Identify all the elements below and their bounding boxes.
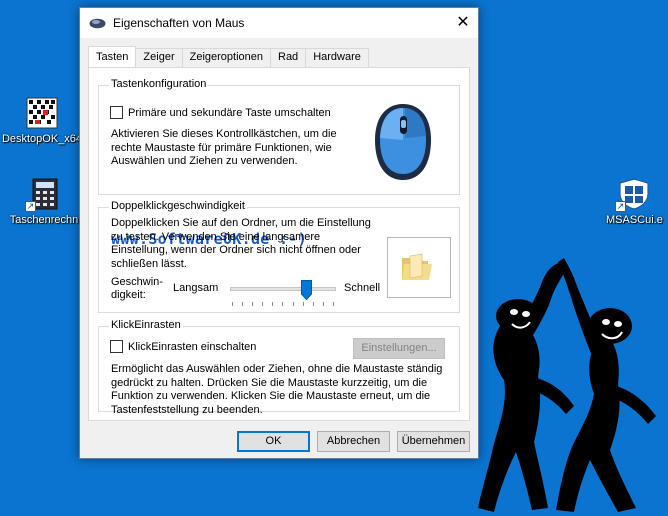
desktop-icon-desktopok[interactable]: DesktopOK_x64 [0,97,84,145]
click-lock-checkbox[interactable] [110,340,123,353]
checkbox-label: Primäre und sekundäre Taste umschalten [128,106,331,119]
double-click-description: Doppelklicken Sie auf den Ordner, um die… [111,217,371,270]
slider-thumb[interactable] [301,280,312,301]
double-click-speed-slider[interactable] [230,280,336,308]
switch-buttons-checkbox-row[interactable]: Primäre und sekundäre Taste umschalten [110,106,331,119]
apply-button[interactable]: Übernehmen [397,431,470,452]
speed-label-line-1: Geschwin- [111,276,163,288]
desktop-icon-label: Taschenrechn [9,214,79,226]
checkbox-label: KlickEinrasten einschalten [128,340,257,353]
switch-buttons-checkbox[interactable] [110,106,123,119]
speed-label: Geschwin- digkeit: [111,276,163,302]
tab-rad[interactable]: Rad [271,48,307,67]
high-five-silhouette-image [478,258,656,512]
shortcut-arrow-icon: ↗ [25,201,36,212]
group-title: Doppelklickgeschwindigkeit [109,200,247,212]
shortcut-arrow-icon: ↗ [615,201,626,212]
defender-shield-icon: ↗ [615,178,651,212]
speed-label-line-2: digkeit: [111,289,146,301]
tab-hardware[interactable]: Hardware [306,48,369,67]
button-config-description: Aktivieren Sie dieses Kontrollkästchen, … [111,128,337,167]
desktop-icon-label: DesktopOK_x64 [1,133,83,145]
title-bar[interactable]: Eigenschaften von Maus ✕ [80,8,478,38]
tab-page-tasten: Tastenkonfiguration Primäre und sekundär… [88,67,470,421]
window-title: Eigenschaften von Maus [113,16,245,30]
slider-ticks [232,302,334,306]
desktop-icon-msascui[interactable]: ↗ MSASCui.e [600,178,668,226]
desktop-icon-calculator[interactable]: ↗ Taschenrechn [2,178,86,226]
mouse-icon [89,18,106,29]
click-lock-description: Ermöglicht das Auswählen oder Ziehen, oh… [111,363,443,416]
desktop-icon-label: MSASCui.e [606,214,663,226]
tab-strip: Tasten Zeiger Zeigeroptionen Rad Hardwar… [88,46,369,67]
slow-label: Langsam [173,282,219,294]
tab-tasten[interactable]: Tasten [88,46,137,67]
slider-track [230,287,336,291]
test-folder-area[interactable] [387,237,451,298]
click-lock-settings-button[interactable]: Einstellungen... [353,338,445,359]
fast-label: Schnell [344,282,381,294]
calculator-icon: ↗ [25,178,61,212]
mouse-illustration-icon [371,100,435,187]
group-title: Tastenkonfiguration [109,78,209,90]
close-button[interactable]: ✕ [448,8,478,38]
click-lock-checkbox-row[interactable]: KlickEinrasten einschalten [110,340,256,353]
desktopok-icon [25,97,59,129]
mouse-properties-dialog: Eigenschaften von Maus ✕ Tasten Zeiger Z… [79,7,479,459]
tab-zeigeroptionen[interactable]: Zeigeroptionen [182,48,271,67]
tab-zeiger[interactable]: Zeiger [136,48,183,67]
ok-button[interactable]: OK [237,431,310,452]
close-icon: ✕ [456,14,470,31]
group-title: KlickEinrasten [109,319,183,331]
folder-icon[interactable] [400,252,434,287]
cancel-button[interactable]: Abbrechen [317,431,390,452]
